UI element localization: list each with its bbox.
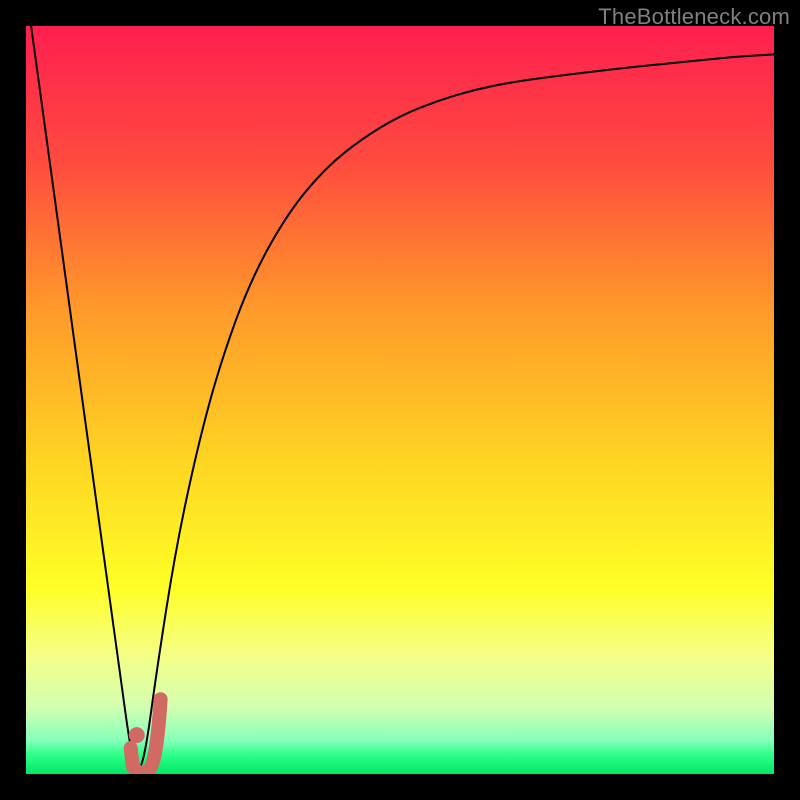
plot-area bbox=[26, 26, 774, 774]
source-watermark: TheBottleneck.com bbox=[598, 4, 790, 30]
chart-svg bbox=[26, 26, 774, 774]
chart-frame: TheBottleneck.com bbox=[0, 0, 800, 800]
gradient-background bbox=[26, 26, 774, 774]
recommended-point-marker bbox=[129, 727, 145, 743]
